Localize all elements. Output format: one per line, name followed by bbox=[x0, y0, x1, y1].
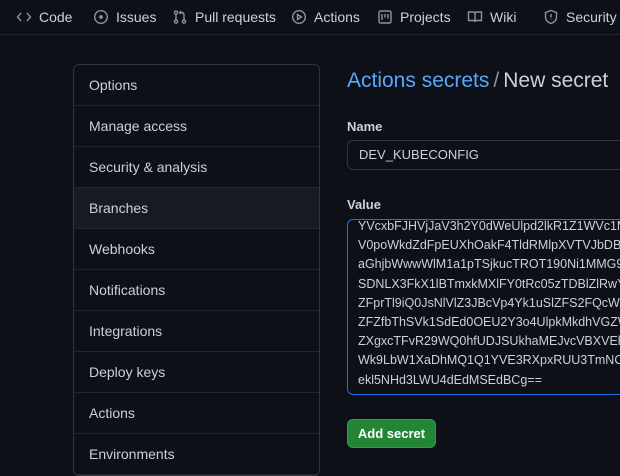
sidebar-item-security-analysis[interactable]: Security & analysis bbox=[74, 147, 319, 188]
value-line: aGhjbWwwWlM1a1pTSjkucTROT190Ni1MMG90c bbox=[358, 257, 620, 272]
value-line: SDNLX3FkX1lBTmxkMXlFY0tRc05zTDBlZlRwYVhz bbox=[358, 276, 620, 291]
code-icon bbox=[16, 12, 32, 22]
sidebar-item-integrations[interactable]: Integrations bbox=[74, 311, 319, 352]
shield-icon bbox=[544, 9, 558, 25]
value-text: YVcxbFJHVjJaV3h2Y0dWeUlpd2lkR1Z1WVc1MFN … bbox=[358, 219, 620, 390]
tab-wiki[interactable]: Wiki bbox=[467, 0, 516, 34]
tab-issues[interactable]: Issues bbox=[93, 0, 156, 34]
breadcrumb-separator: / bbox=[493, 69, 500, 92]
value-line: YVcxbFJHVjJaV3h2Y0dWeUlpd2lkR1Z1WVc1MFN bbox=[358, 219, 620, 233]
tab-label: Wiki bbox=[490, 9, 517, 25]
sidebar-item-branches[interactable]: Branches bbox=[74, 188, 319, 229]
tab-projects[interactable]: Projects bbox=[377, 0, 451, 34]
value-line: ZFZfbThSVk1SdEd0OEU2Y3o4UlpkMkdhVGZWbU bbox=[358, 315, 620, 330]
name-label: Name bbox=[347, 119, 383, 134]
add-secret-button[interactable]: Add secret bbox=[347, 419, 436, 448]
breadcrumb-actions-secrets-link[interactable]: Actions secrets bbox=[347, 69, 489, 92]
tab-label: Actions bbox=[314, 9, 360, 25]
tab-label: Pull requests bbox=[195, 9, 276, 25]
value-line: ZXgxcTFvR29WQ0hfUDJSUkhaMEJvcVBXVEhwOU bbox=[358, 334, 620, 349]
tab-label: Projects bbox=[400, 9, 451, 25]
repo-nav: Code Issues Pull requests Actions Projec… bbox=[0, 0, 620, 35]
settings-sidebar: Options Manage access Security & analysi… bbox=[73, 64, 320, 476]
sidebar-item-deploy-keys[interactable]: Deploy keys bbox=[74, 352, 319, 393]
sidebar-item-options[interactable]: Options bbox=[74, 65, 319, 106]
book-icon bbox=[467, 11, 483, 23]
sidebar-item-webhooks[interactable]: Webhooks bbox=[74, 229, 319, 270]
sidebar-item-actions[interactable]: Actions bbox=[74, 393, 319, 434]
git-pull-request-icon bbox=[173, 10, 187, 24]
value-line: ekl5NHd3LWU4dEdMSEdBCg== bbox=[358, 372, 542, 387]
value-line: ZFprTl9iQ0JsNlVlZ3JBcVp4Yk1uSlZFS2FQcWVP… bbox=[358, 295, 620, 310]
secret-name-input[interactable]: DEV_KUBECONFIG bbox=[347, 140, 620, 170]
tab-actions[interactable]: Actions bbox=[291, 0, 360, 34]
tab-security[interactable]: Security bbox=[543, 0, 617, 34]
value-line: Wk9LbW1XaDhMQ1Q1YVE3RXpxRUU3TmNOZ05 bbox=[358, 353, 620, 368]
tab-label: Code bbox=[39, 9, 73, 25]
page-title: Actions secrets / New secret bbox=[347, 69, 608, 93]
sidebar-item-manage-access[interactable]: Manage access bbox=[74, 106, 319, 147]
breadcrumb-current: New secret bbox=[503, 69, 609, 92]
sidebar-item-environments[interactable]: Environments bbox=[74, 434, 319, 475]
tab-code[interactable]: Code bbox=[16, 0, 72, 34]
sidebar-item-notifications[interactable]: Notifications bbox=[74, 270, 319, 311]
tab-label: Issues bbox=[116, 9, 157, 25]
secret-value-textarea[interactable]: YVcxbFJHVjJaV3h2Y0dWeUlpd2lkR1Z1WVc1MFN … bbox=[347, 219, 620, 395]
play-icon bbox=[291, 9, 307, 25]
value-line: V0poWkdZdFpEUXhOakF4TldRMlpXVTVJbDBzSV bbox=[358, 238, 620, 253]
issue-opened-icon bbox=[93, 9, 109, 25]
tab-label: Security bbox=[566, 9, 617, 25]
tab-pull-requests[interactable]: Pull requests bbox=[172, 0, 276, 34]
project-icon bbox=[378, 10, 392, 24]
value-label: Value bbox=[347, 197, 381, 212]
